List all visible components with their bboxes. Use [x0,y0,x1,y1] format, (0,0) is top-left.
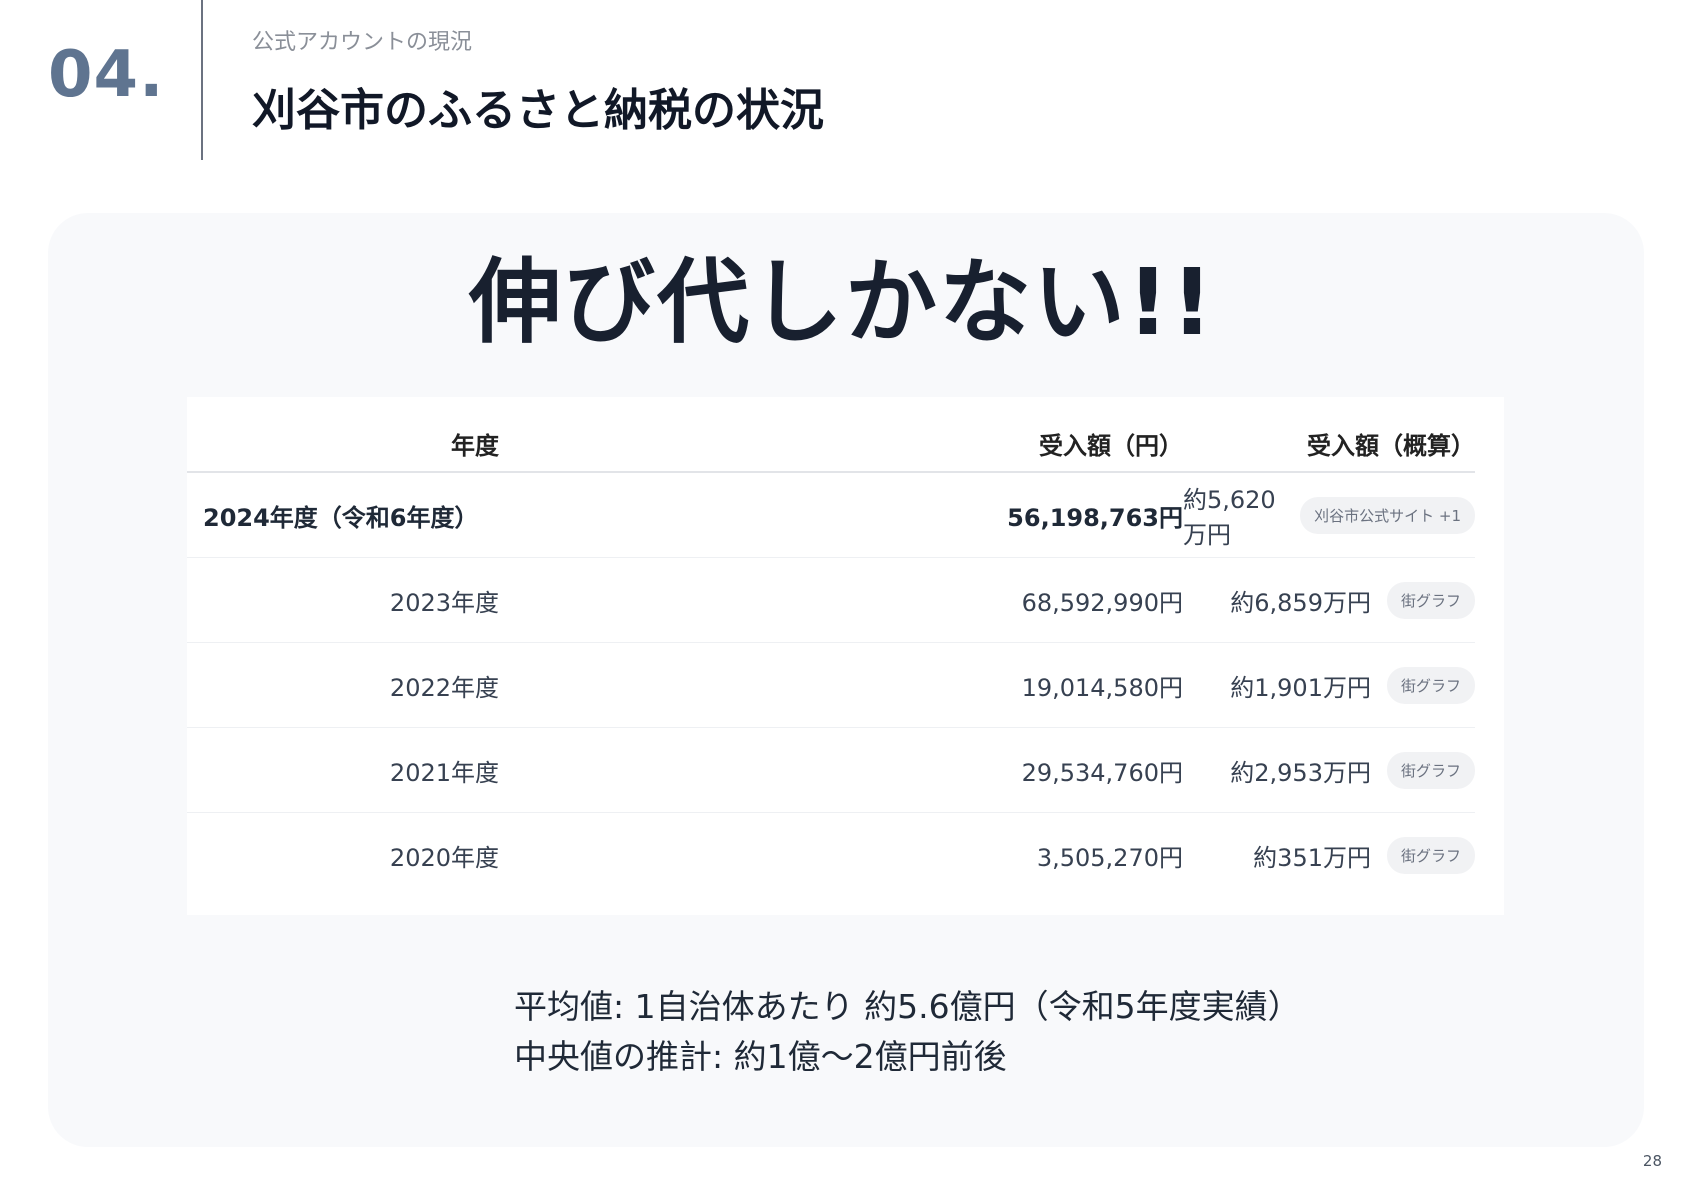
cell-approx: 約5,620万円 刈谷市公式サイト +1 [1183,480,1475,550]
section-eyebrow: 公式アカウントの現況 [252,30,473,55]
approx-value: 約2,953万円 [1230,758,1371,787]
cell-year: 2024年度（令和6年度） [203,503,479,532]
summary-average: 平均値: 1自治体あたり 約5.6億円（令和5年度実績） [514,987,1301,1026]
column-header-approx: 受入額（概算） [1183,426,1475,461]
table-row: 2024年度（令和6年度） 56,198,763円 約5,620万円 刈谷市公式… [187,473,1475,558]
cell-year: 2022年度 [389,673,499,702]
column-header-approx-label: 受入額（概算） [1307,431,1475,460]
summary-text: 平均値: 1自治体あたり 約5.6億円（令和5年度実績） 中央値の推計: 約1億… [514,982,1301,1082]
cell-approx: 約351万円 街グラフ [1183,836,1475,874]
source-chip[interactable]: 刈谷市公式サイト +1 [1300,496,1475,534]
source-chip[interactable]: 街グラフ [1386,836,1475,874]
table-row: 2020年度 3,505,270円 約351万円 街グラフ [187,813,1475,897]
approx-value: 約1,901万円 [1230,673,1371,702]
page-number: 28 [1642,1152,1662,1170]
cell-amount: 56,198,763円 [1007,503,1183,532]
source-chip[interactable]: 街グラフ [1386,751,1475,789]
source-chip[interactable]: 街グラフ [1386,666,1475,704]
cell-year: 2020年度 [389,843,499,872]
approx-value: 約351万円 [1253,843,1371,872]
headline: 伸び代しかない!! [469,249,1215,356]
cell-approx: 約2,953万円 街グラフ [1183,751,1475,789]
column-header-year: 年度 [451,431,499,460]
page-title: 刈谷市のふるさと納税の状況 [252,85,824,136]
section-number: 04. [48,38,165,112]
source-chip[interactable]: 街グラフ [1386,581,1475,619]
summary-median: 中央値の推計: 約1億〜2億円前後 [514,1037,1007,1076]
cell-approx: 約1,901万円 街グラフ [1183,666,1475,704]
header-divider [201,0,203,160]
column-header-amount: 受入額（円） [1039,431,1183,460]
cell-amount: 29,534,760円 [1021,758,1183,787]
approx-value: 約5,620万円 [1183,486,1276,549]
cell-approx: 約6,859万円 街グラフ [1183,581,1475,619]
table-row: 2021年度 29,534,760円 約2,953万円 街グラフ [187,728,1475,813]
cell-amount: 68,592,990円 [1021,588,1183,617]
cell-year: 2021年度 [389,758,499,787]
table-header-row: 年度 受入額（円） 受入額（概算） [187,415,1475,473]
cell-amount: 3,505,270円 [1036,843,1183,872]
approx-value: 約6,859万円 [1230,588,1371,617]
cell-amount: 19,014,580円 [1021,673,1183,702]
table-row: 2023年度 68,592,990円 約6,859万円 街グラフ [187,558,1475,643]
table-row: 2022年度 19,014,580円 約1,901万円 街グラフ [187,643,1475,728]
cell-year: 2023年度 [389,588,499,617]
tax-revenue-table: 年度 受入額（円） 受入額（概算） 2024年度（令和6年度） 56,198,7… [187,397,1504,915]
